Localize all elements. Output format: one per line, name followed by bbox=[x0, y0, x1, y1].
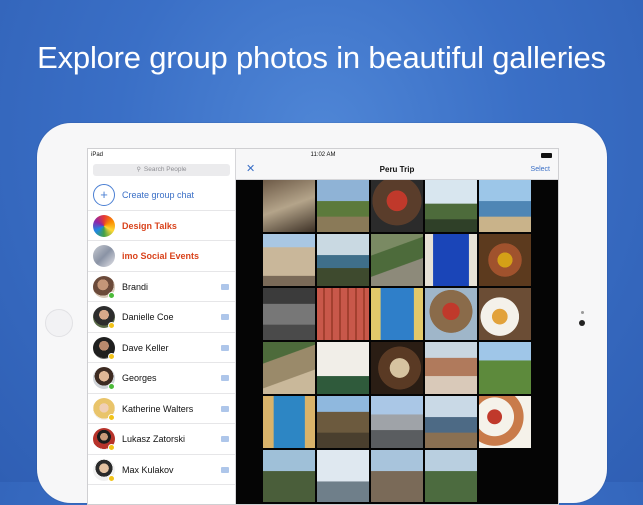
photo-thumbnail[interactable] bbox=[263, 342, 315, 394]
home-button bbox=[45, 309, 73, 337]
photo-thumbnail[interactable] bbox=[263, 396, 315, 448]
photo-thumbnail[interactable] bbox=[479, 342, 531, 394]
gallery-pane: ✕ Peru Trip Select bbox=[236, 149, 558, 504]
photo-thumbnail[interactable] bbox=[263, 288, 315, 340]
photo-thumbnail[interactable] bbox=[425, 396, 477, 448]
ipad-frame: ⚲ Search People + Create group chat Desig… bbox=[37, 123, 607, 505]
avatar bbox=[93, 245, 115, 267]
camera-sensor bbox=[579, 320, 585, 326]
contact-name: Georges bbox=[122, 373, 157, 383]
photo-thumbnail[interactable] bbox=[479, 180, 531, 232]
status-time: 11:02 AM bbox=[310, 152, 336, 158]
search-icon: ⚲ bbox=[136, 167, 141, 173]
plus-icon: + bbox=[93, 184, 115, 206]
video-call-icon[interactable] bbox=[221, 314, 229, 320]
contact-row[interactable]: Katherine Walters bbox=[88, 394, 235, 424]
battery-icon bbox=[541, 153, 552, 158]
photo-thumbnail[interactable] bbox=[371, 180, 423, 232]
photo-thumbnail[interactable] bbox=[317, 450, 369, 502]
contact-row[interactable]: Georges bbox=[88, 363, 235, 394]
photo-thumbnail[interactable] bbox=[425, 342, 477, 394]
avatar bbox=[93, 214, 115, 237]
video-call-icon[interactable] bbox=[221, 344, 229, 351]
photo-thumbnail[interactable] bbox=[479, 396, 531, 448]
create-group-row[interactable]: + Create group chat bbox=[88, 180, 235, 211]
contact-row[interactable]: Danielle Coe bbox=[88, 302, 235, 333]
select-button[interactable]: Select bbox=[531, 166, 550, 173]
status-bar: iPad 11:02 AM bbox=[88, 149, 558, 161]
video-call-icon[interactable] bbox=[221, 375, 229, 381]
away-status-icon bbox=[108, 352, 115, 360]
photo-thumbnail[interactable] bbox=[263, 180, 315, 232]
chat-list: + Create group chat Design Talks imo Soc… bbox=[88, 180, 235, 485]
photo-thumbnail[interactable] bbox=[263, 450, 315, 502]
contact-name: Dave Keller bbox=[122, 342, 169, 353]
away-status-icon bbox=[108, 322, 115, 329]
photo-thumbnail[interactable] bbox=[371, 396, 423, 448]
video-call-icon[interactable] bbox=[221, 436, 229, 442]
ipad-screen: ⚲ Search People + Create group chat Desig… bbox=[87, 148, 559, 505]
away-status-icon bbox=[108, 474, 115, 482]
photo-thumbnail[interactable] bbox=[317, 342, 369, 394]
video-call-icon[interactable] bbox=[221, 283, 229, 290]
search-placeholder: Search People bbox=[143, 166, 187, 173]
photo-thumbnail[interactable] bbox=[317, 396, 369, 448]
photo-thumbnail[interactable] bbox=[479, 234, 531, 286]
contact-row[interactable]: Brandi bbox=[88, 272, 235, 302]
group-name: imo Social Events bbox=[122, 251, 200, 261]
photo-thumbnail[interactable] bbox=[371, 234, 423, 286]
chat-sidebar: ⚲ Search People + Create group chat Desig… bbox=[88, 149, 236, 504]
photo-thumbnail[interactable] bbox=[425, 288, 477, 340]
photo-thumbnail[interactable] bbox=[317, 180, 369, 232]
gallery-title: Peru Trip bbox=[379, 165, 415, 174]
contact-name: Katherine Walters bbox=[122, 403, 194, 414]
contact-name: Brandi bbox=[122, 281, 149, 292]
camera-lens bbox=[581, 311, 584, 314]
photo-thumbnail[interactable] bbox=[371, 342, 423, 394]
away-status-icon bbox=[108, 413, 115, 421]
photo-thumbnail[interactable] bbox=[425, 450, 477, 502]
contact-name: Max Kulakov bbox=[122, 464, 174, 475]
search-input[interactable]: ⚲ Search People bbox=[93, 164, 230, 176]
group-row-imo-social-events[interactable]: imo Social Events bbox=[88, 241, 235, 272]
contact-name: Lukasz Zatorski bbox=[122, 434, 186, 444]
photo-thumbnail[interactable] bbox=[425, 180, 477, 232]
photo-thumbnail[interactable] bbox=[263, 234, 315, 286]
photo-thumbnail[interactable] bbox=[479, 288, 531, 340]
photo-grid-background bbox=[236, 180, 558, 504]
marketing-headline: Explore group photos in beautiful galler… bbox=[37, 40, 606, 75]
photo-thumbnail[interactable] bbox=[371, 450, 423, 502]
photo-thumbnail[interactable] bbox=[317, 288, 369, 340]
group-name: Design Talks bbox=[122, 220, 177, 231]
contact-name: Danielle Coe bbox=[122, 312, 174, 322]
contact-row[interactable]: Max Kulakov bbox=[88, 455, 235, 485]
create-group-label: Create group chat bbox=[122, 190, 195, 200]
photo-thumbnail[interactable] bbox=[317, 234, 369, 286]
photo-thumbnail[interactable] bbox=[425, 234, 477, 286]
video-call-icon[interactable] bbox=[221, 405, 229, 412]
gallery-navbar: ✕ Peru Trip Select bbox=[236, 161, 558, 180]
group-row-design-talks[interactable]: Design Talks bbox=[88, 211, 235, 241]
photo-thumbnail[interactable] bbox=[371, 288, 423, 340]
online-status-icon bbox=[108, 383, 115, 390]
online-status-icon bbox=[108, 291, 115, 299]
contact-row[interactable]: Dave Keller bbox=[88, 333, 235, 363]
away-status-icon bbox=[108, 444, 115, 451]
contact-row[interactable]: Lukasz Zatorski bbox=[88, 424, 235, 455]
video-call-icon[interactable] bbox=[221, 466, 229, 473]
